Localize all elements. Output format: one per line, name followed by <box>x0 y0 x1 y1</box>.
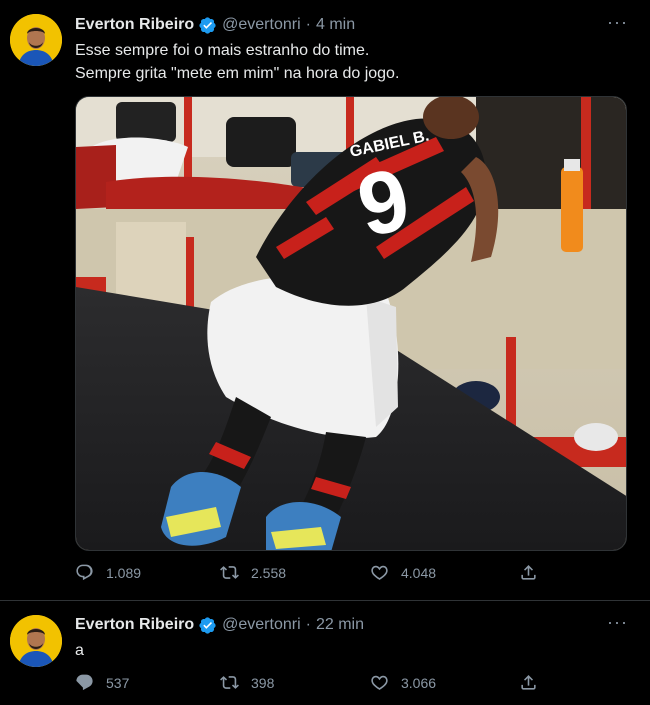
author-name[interactable]: Everton Ribeiro <box>75 616 194 634</box>
tweet-text: a <box>75 642 84 659</box>
more-options-icon[interactable]: ··· <box>607 12 628 33</box>
locker-room-photo: 9 GABIEL B. <box>76 97 626 550</box>
like-count: 3.066 <box>401 674 437 691</box>
verified-badge-icon <box>199 616 216 634</box>
author-handle[interactable]: @evertonri <box>222 16 301 34</box>
heart-icon <box>371 675 388 690</box>
retweet-button[interactable]: 398 <box>220 673 274 692</box>
timestamp[interactable]: 22 min <box>316 616 364 634</box>
verified-badge-icon <box>199 16 216 34</box>
tweet[interactable]: Everton Ribeiro @evertonri · 22 min ··· … <box>0 600 650 705</box>
reply-button[interactable]: 1.089 <box>75 563 141 582</box>
tweet-photo[interactable]: 9 GABIEL B. <box>75 96 627 551</box>
author-name[interactable]: Everton Ribeiro <box>75 16 194 34</box>
tweet[interactable]: Everton Ribeiro @evertonri · 4 min ··· E… <box>0 0 650 600</box>
tweet-header: Everton Ribeiro @evertonri · 22 min <box>75 614 364 636</box>
share-button[interactable] <box>519 673 550 692</box>
retweet-count: 2.558 <box>251 564 287 581</box>
separator-dot: · <box>305 616 311 633</box>
share-icon <box>521 565 536 580</box>
separator-dot: · <box>305 16 311 33</box>
retweet-button[interactable]: 2.558 <box>220 563 286 582</box>
share-button[interactable] <box>519 563 550 582</box>
reply-icon <box>76 564 93 581</box>
like-count: 4.048 <box>401 564 437 581</box>
more-options-icon[interactable]: ··· <box>607 612 628 633</box>
retweet-icon <box>220 566 239 579</box>
tweet-text: Esse sempre foi o mais estranho do time.… <box>75 42 400 82</box>
retweet-count: 398 <box>251 674 275 691</box>
avatar[interactable] <box>10 615 62 667</box>
like-button[interactable]: 3.066 <box>370 673 436 692</box>
retweet-icon <box>220 676 239 689</box>
avatar[interactable] <box>10 14 62 66</box>
share-icon <box>521 675 536 690</box>
like-button[interactable]: 4.048 <box>370 563 436 582</box>
heart-icon <box>371 565 388 580</box>
tweet-actions: 1.089 2.558 4.048 <box>75 563 545 587</box>
timestamp[interactable]: 4 min <box>316 16 355 34</box>
reply-icon <box>76 674 93 691</box>
tweet-header: Everton Ribeiro @evertonri · 4 min <box>75 14 355 36</box>
reply-count: 537 <box>106 674 130 691</box>
reply-count: 1.089 <box>106 564 142 581</box>
author-handle[interactable]: @evertonri <box>222 616 301 634</box>
tweet-actions: 537 398 3.066 <box>75 673 545 697</box>
reply-button[interactable]: 537 <box>75 673 129 692</box>
